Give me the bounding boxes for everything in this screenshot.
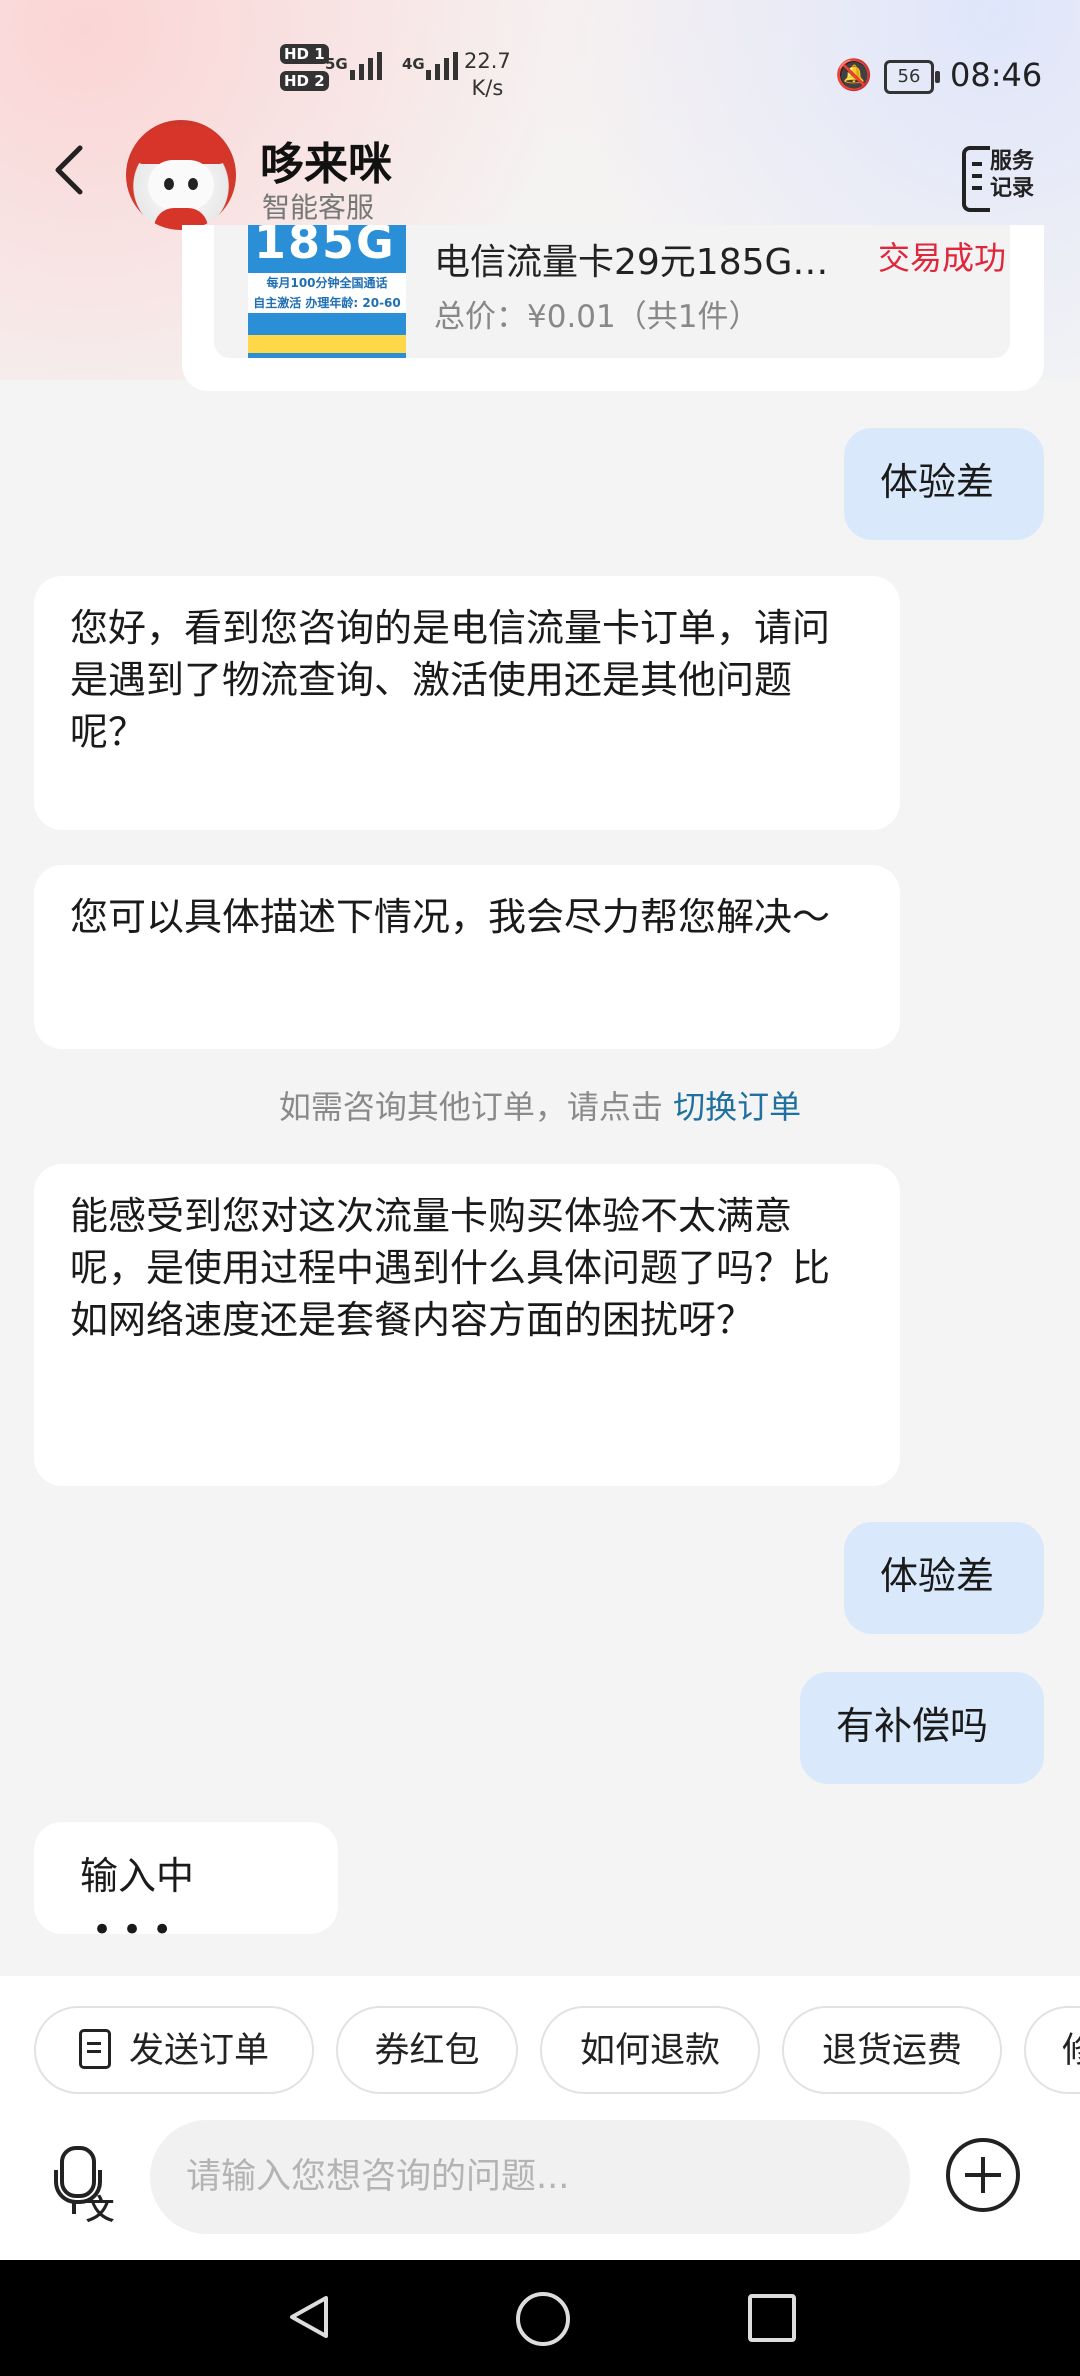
sim-indicators: HD 1 HD 2 [280,44,331,98]
thumb-line1: 每月100分钟全国通话 [266,276,388,290]
system-nav-bar [0,2260,1080,2376]
typing-indicator: 输入中 ••• [34,1822,338,1950]
thumb-title: 185G [254,225,396,269]
document-icon [78,2029,111,2069]
signal-icon [350,52,382,80]
mute-bell-icon: 🔕 [835,58,873,93]
nav-home-icon[interactable] [516,2292,570,2346]
order-price: 总价：¥0.01（共1件） [434,299,760,335]
network-speed: 22.7 K/s [464,48,511,102]
nav-recents-icon[interactable] [748,2294,796,2342]
refund-chip[interactable]: 如何退款 [540,2006,760,2094]
service-record-label: 服务 记录 [990,149,1035,201]
switch-order-notice: 如需咨询其他订单，请点击 切换订单 [0,1082,1080,1128]
message-bot: 您好，看到您咨询的是电信流量卡订单，请问是遇到了物流查询、激活使用还是其他问题呢… [34,576,900,830]
chip-label: 退货运费 [821,2031,962,2071]
message-input[interactable] [150,2120,910,2234]
page-title: 哆来咪 [260,139,392,190]
thumb-line2: 自主激活 办理年龄: 20-60 [253,296,401,310]
order-card-inner: 185G 每月100分钟全国通话 自主激活 办理年龄: 20-60 电信流量卡29… [214,225,1010,358]
back-button[interactable] [50,140,90,200]
input-bar: 文 [0,2118,1080,2260]
more-chip[interactable]: 修 [1024,2006,1080,2094]
chip-label: 修 [1062,2031,1080,2071]
sim2-badge: HD 2 [280,71,329,91]
typing-dots: ••• [92,1910,183,1950]
sim1-badge: HD 1 [280,44,329,64]
message-bot: 您可以具体描述下情况，我会尽力帮您解决～ [34,865,900,1049]
typing-text: 输入中 [80,1854,195,1898]
return-shipping-chip[interactable]: 退货运费 [782,2006,1002,2094]
coupon-chip[interactable]: 券红包 [336,2006,518,2094]
switch-order-link[interactable]: 切换订单 [673,1088,801,1126]
send-order-chip[interactable]: 发送订单 [34,2006,314,2094]
order-status: 交易成功 [878,239,1007,277]
speed-unit: K/s [471,76,504,100]
quick-actions-bar: 发送订单 券红包 如何退款 退货运费 修 [0,1976,1080,2118]
clock: 08:46 [950,56,1043,94]
message-user: 体验差 [844,428,1044,540]
battery-icon: 56 [884,60,940,94]
signal-icon-2 [426,52,458,80]
message-bot: 能感受到您对这次流量卡购买体验不太满意呢，是使用过程中遇到什么具体问题了吗？比如… [34,1164,900,1486]
message-user: 有补偿吗 [800,1672,1044,1784]
plus-circle-icon[interactable] [946,2138,1020,2212]
chip-label: 券红包 [374,2031,480,2071]
chip-label: 如何退款 [579,2031,720,2071]
speed-value: 22.7 [464,49,511,73]
nav-back-icon[interactable] [284,2292,334,2342]
status-bar: HD 1 HD 2 5G 4G 22.7 K/s 🔕 56 08:46 [0,0,1080,140]
order-card[interactable]: 185G 每月100分钟全国通话 自主激活 办理年龄: 20-60 电信流量卡29… [182,225,1044,391]
voice-input-button[interactable]: 文 [50,2146,120,2226]
network-type-2: 4G [402,55,425,73]
avatar[interactable] [126,120,236,230]
network-type-1: 5G [325,55,348,73]
chip-label: 发送订单 [128,2031,269,2071]
chevron-left-icon [55,145,83,195]
product-thumbnail: 185G 每月100分钟全国通话 自主激活 办理年龄: 20-60 [248,225,406,358]
voice-label: 文 [86,2193,115,2226]
message-user: 体验差 [844,1522,1044,1634]
notice-text: 如需咨询其他订单，请点击 [278,1088,663,1126]
service-record-button[interactable]: 服务 记录 [962,144,1036,212]
page-subtitle: 智能客服 [262,191,375,224]
product-title: 电信流量卡29元185G… [434,242,829,283]
